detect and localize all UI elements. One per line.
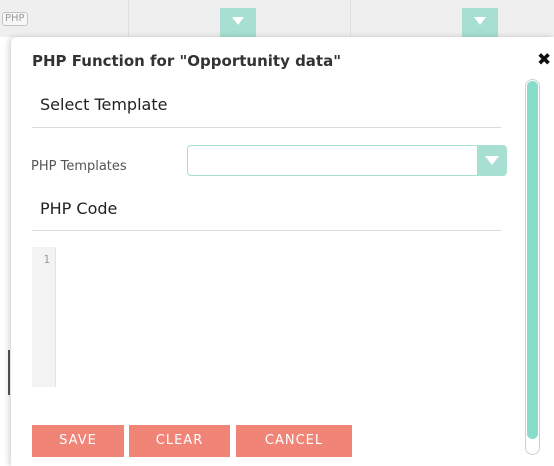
save-button[interactable]: SAVE: [32, 425, 124, 457]
column-divider: [128, 0, 129, 37]
php-templates-label: PHP Templates: [31, 159, 127, 174]
chevron-down-icon: [474, 17, 486, 25]
php-tag: PHP: [2, 12, 28, 26]
php-templates-dropdown-button[interactable]: [477, 146, 506, 175]
line-number: 1: [43, 253, 50, 266]
dialog-title: PHP Function for "Opportunity data": [32, 52, 342, 70]
dialog-scrollbar[interactable]: [525, 79, 540, 455]
divider: [32, 230, 501, 231]
php-function-dialog: PHP Function for "Opportunity data" ✖ Se…: [11, 37, 554, 466]
background-table-row: PHP: [0, 0, 554, 37]
php-code-header: PHP Code: [40, 199, 118, 218]
php-templates-select[interactable]: [187, 145, 507, 176]
close-icon[interactable]: ✖: [537, 50, 551, 70]
scrollbar-thumb[interactable]: [527, 81, 538, 439]
chevron-down-icon: [485, 156, 499, 165]
select-template-header: Select Template: [40, 95, 168, 114]
php-code-editor[interactable]: 1: [32, 247, 501, 387]
cancel-button[interactable]: CANCEL: [236, 425, 352, 457]
chevron-down-icon: [232, 17, 244, 25]
column-divider: [350, 0, 351, 37]
background-dropdown-button[interactable]: [220, 8, 256, 37]
background-dropdown-button[interactable]: [462, 8, 498, 37]
background-edge-mark: [8, 350, 10, 395]
divider: [32, 127, 501, 128]
clear-button[interactable]: CLEAR: [129, 425, 230, 457]
editor-gutter: 1: [32, 247, 56, 387]
